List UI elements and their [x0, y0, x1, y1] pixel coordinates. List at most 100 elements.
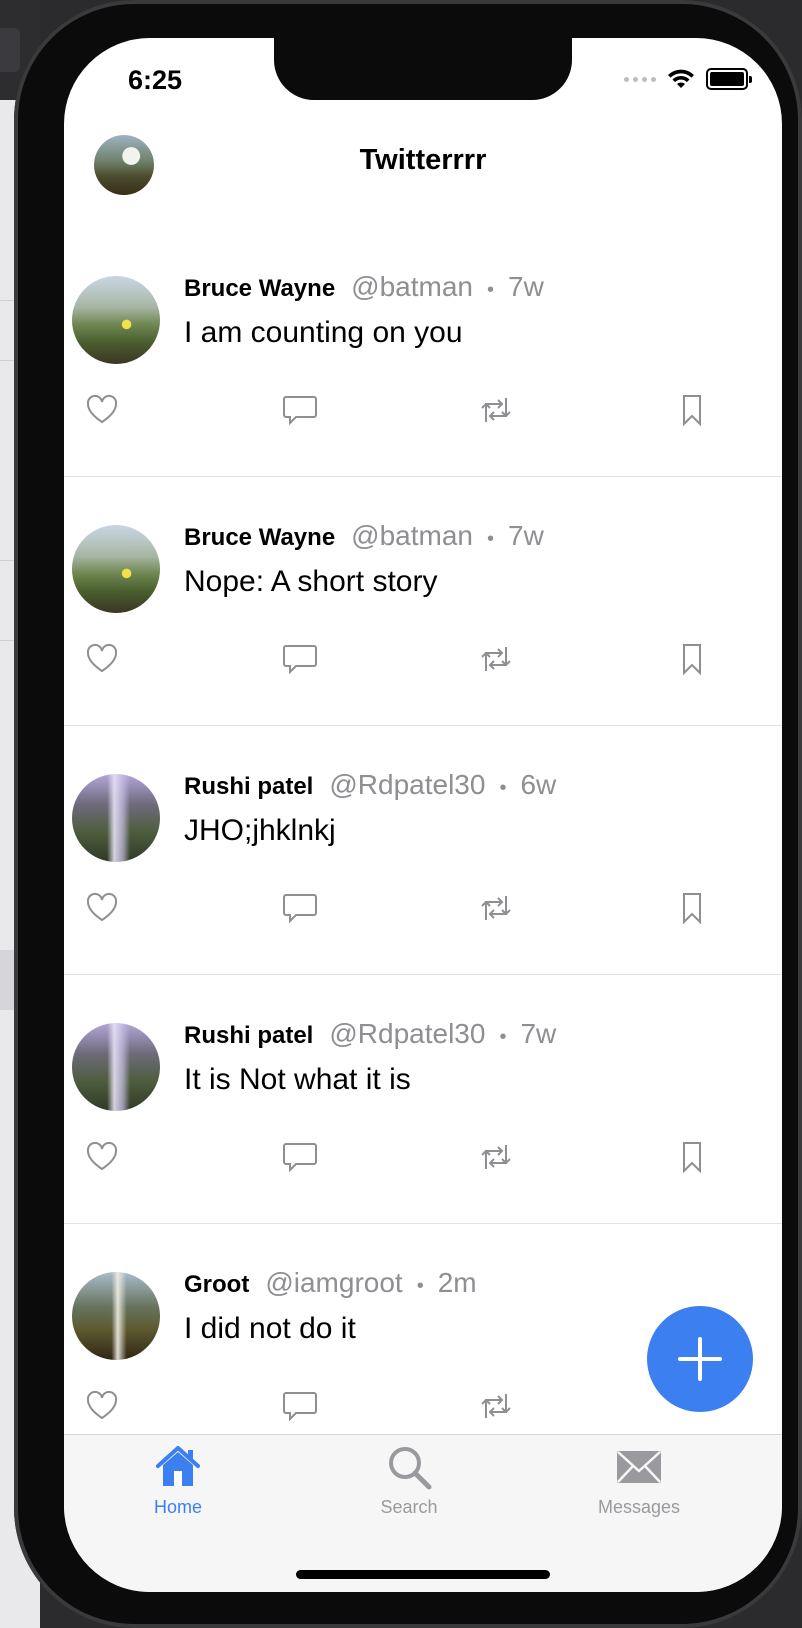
tab-messages-label: Messages	[597, 1497, 681, 1517]
tweet-actions	[64, 886, 782, 930]
reply-button[interactable]	[278, 1135, 322, 1179]
like-button[interactable]	[80, 1135, 124, 1179]
retweet-button[interactable]	[474, 637, 518, 681]
speech-bubble-icon	[283, 894, 317, 924]
bookmark-icon	[683, 893, 701, 925]
status-icons	[624, 68, 752, 90]
heart-icon	[86, 892, 118, 922]
bookmark-icon	[683, 395, 701, 427]
tweet-actions	[64, 388, 782, 432]
user-name: Bruce Wayne	[184, 275, 336, 302]
user-handle: @batman	[351, 271, 473, 302]
tweet-row[interactable]: Rushi patel @Rdpatel30 • 7w It is Not wh…	[64, 975, 782, 1224]
reply-button[interactable]	[278, 388, 322, 432]
tab-home-label: Home	[153, 1497, 202, 1517]
tweet-actions	[64, 637, 782, 681]
retweet-button[interactable]	[474, 886, 518, 930]
user-handle: @batman	[351, 520, 473, 551]
tweet-text: I am counting on you	[184, 316, 463, 349]
tweet-meta: Rushi patel @Rdpatel30 • 6w	[184, 769, 556, 801]
magnifier-icon	[389, 1447, 432, 1490]
reply-button[interactable]	[278, 1384, 322, 1428]
user-avatar[interactable]	[72, 1023, 160, 1111]
meta-separator: •	[487, 528, 495, 550]
user-handle: @Rdpatel30	[329, 769, 486, 800]
tweet-text: I did not do it	[184, 1312, 356, 1345]
tab-search-label: Search	[380, 1497, 438, 1517]
user-avatar[interactable]	[72, 1272, 160, 1360]
user-name: Rushi patel	[184, 1022, 314, 1049]
speech-bubble-icon	[283, 645, 317, 675]
tweet-meta: Bruce Wayne @batman • 7w	[184, 271, 544, 303]
like-button[interactable]	[80, 388, 124, 432]
tweet-text: JHO;jhklnkj	[184, 814, 336, 847]
tweet-row[interactable]: Rushi patel @Rdpatel30 • 6w JHO;jhklnkj	[64, 726, 782, 975]
meta-separator: •	[416, 1275, 424, 1297]
like-button[interactable]	[80, 1384, 124, 1428]
user-name: Groot	[184, 1271, 250, 1298]
tweet-row[interactable]: Bruce Wayne @batman • 7w I am counting o…	[64, 228, 782, 477]
tweet-time: 7w	[508, 520, 544, 551]
tweet-time: 6w	[520, 769, 557, 800]
notch	[274, 38, 572, 100]
bookmark-button[interactable]	[670, 637, 714, 681]
retweet-button[interactable]	[474, 1135, 518, 1179]
speech-bubble-icon	[283, 1143, 317, 1173]
tweet-row[interactable]: Bruce Wayne @batman • 7w Nope: A short s…	[64, 477, 782, 726]
tweet-feed[interactable]: Bruce Wayne @batman • 7w I am counting o…	[64, 228, 782, 1473]
tweet-time: 7w	[508, 271, 544, 302]
retweet-icon	[481, 1394, 511, 1418]
bookmark-button[interactable]	[670, 1135, 714, 1179]
home-indicator[interactable]	[296, 1570, 550, 1579]
tweet-meta: Groot @iamgroot • 2m	[184, 1267, 477, 1299]
retweet-icon	[481, 896, 511, 920]
tweet-time: 7w	[520, 1018, 557, 1049]
speech-bubble-icon	[283, 396, 317, 426]
status-time: 6:25	[128, 65, 183, 95]
plus-icon	[678, 1337, 722, 1381]
bookmark-icon	[683, 1142, 701, 1174]
meta-separator: •	[487, 279, 495, 301]
cellular-signal-icon	[624, 76, 656, 82]
meta-separator: •	[499, 777, 507, 799]
user-avatar[interactable]	[72, 525, 160, 613]
user-handle: @iamgroot	[265, 1267, 403, 1298]
page-title: Twitterrrr	[359, 144, 487, 176]
app-screen: 6:25 Twitterrrr Bruce Wayne @batman • 7w	[64, 38, 782, 1592]
heart-icon	[86, 394, 118, 424]
user-avatar[interactable]	[72, 774, 160, 862]
retweet-button[interactable]	[474, 388, 518, 432]
tab-home[interactable]: Home	[98, 1441, 258, 1518]
user-handle: @Rdpatel30	[329, 1018, 486, 1049]
user-avatar[interactable]	[72, 276, 160, 364]
tab-messages[interactable]: Messages	[559, 1441, 719, 1518]
bookmark-button[interactable]	[670, 886, 714, 930]
reply-button[interactable]	[278, 886, 322, 930]
meta-separator: •	[499, 1026, 507, 1048]
like-button[interactable]	[80, 886, 124, 930]
tab-search[interactable]: Search	[329, 1441, 489, 1518]
background-tab	[0, 28, 20, 72]
compose-tweet-button[interactable]	[647, 1306, 753, 1412]
tweet-meta: Bruce Wayne @batman • 7w	[184, 520, 544, 552]
retweet-button[interactable]	[474, 1384, 518, 1428]
battery-icon	[706, 68, 752, 90]
like-button[interactable]	[80, 637, 124, 681]
tweet-text: It is Not what it is	[184, 1063, 411, 1096]
reply-button[interactable]	[278, 637, 322, 681]
tweet-meta: Rushi patel @Rdpatel30 • 7w	[184, 1018, 556, 1050]
wifi-icon	[668, 69, 694, 88]
tweet-actions	[64, 1135, 782, 1179]
phone-frame: 6:25 Twitterrrr Bruce Wayne @batman • 7w	[14, 0, 802, 1628]
house-icon	[156, 1446, 200, 1486]
user-name: Bruce Wayne	[184, 524, 336, 551]
speech-bubble-icon	[283, 1392, 317, 1422]
tab-bar: Home Search Messages	[64, 1434, 782, 1592]
heart-icon	[86, 1390, 118, 1420]
retweet-icon	[481, 647, 511, 671]
retweet-icon	[481, 1145, 511, 1169]
heart-icon	[86, 1141, 118, 1171]
bookmark-button[interactable]	[670, 388, 714, 432]
user-name: Rushi patel	[184, 773, 314, 800]
envelope-icon	[617, 1451, 661, 1483]
